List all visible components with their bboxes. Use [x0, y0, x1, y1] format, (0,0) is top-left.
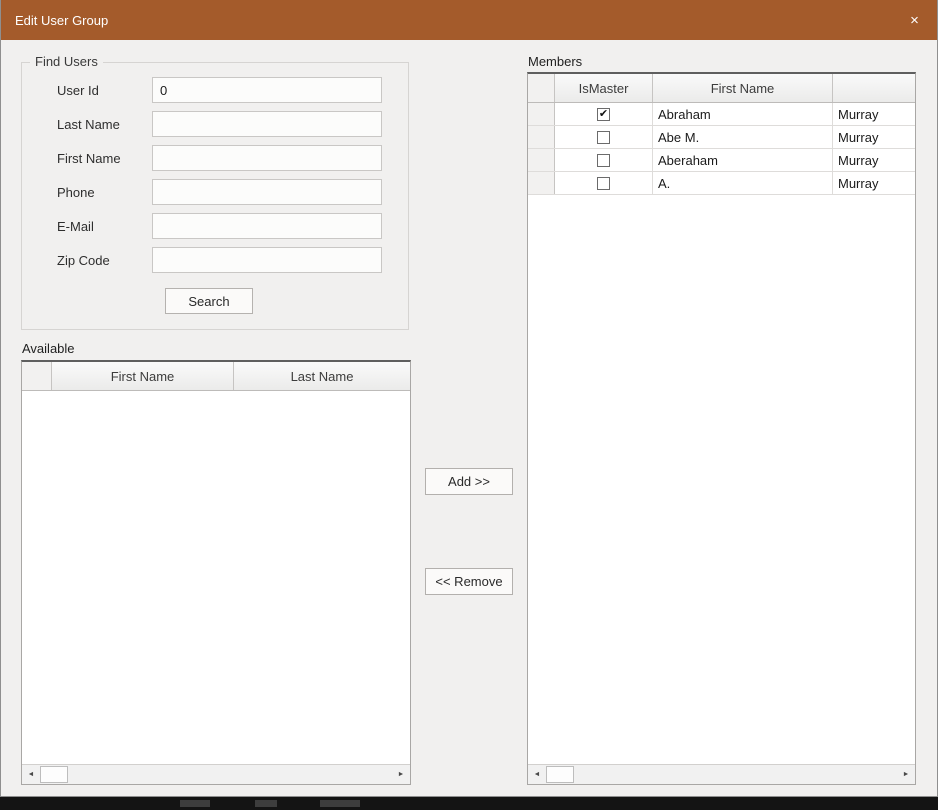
ismaster-cell[interactable]: [555, 172, 653, 194]
remove-button[interactable]: << Remove: [425, 568, 513, 595]
ismaster-checkbox[interactable]: [597, 131, 610, 144]
find-users-legend: Find Users: [30, 54, 103, 69]
members-label: Members: [528, 54, 582, 69]
members-grid-header: IsMaster First Name: [528, 74, 915, 103]
background-strip: [0, 797, 938, 810]
field-label-user-id: User Id: [57, 83, 152, 98]
members-grid-body[interactable]: ✔AbrahamMurrayAbe M.MurrayAberahamMurray…: [528, 103, 915, 764]
field-row-e-mail: E-Mail: [57, 213, 408, 239]
members-grid[interactable]: IsMaster First Name ✔AbrahamMurrayAbe M.…: [527, 72, 916, 785]
ismaster-checkbox[interactable]: [597, 177, 610, 190]
scroll-left-arrow-icon[interactable]: ◄: [22, 765, 40, 784]
ismaster-checkbox[interactable]: [597, 154, 610, 167]
ismaster-cell[interactable]: [555, 126, 653, 148]
first-name-cell[interactable]: Abraham: [653, 103, 833, 125]
field-label-last-name: Last Name: [57, 117, 152, 132]
available-grid-header: First Name Last Name: [22, 362, 410, 391]
available-grid[interactable]: First Name Last Name ◄ ►: [21, 360, 411, 785]
field-label-first-name: First Name: [57, 151, 152, 166]
find-users-fields: User Id Last Name First Name Phone E-Mail Zip…: [22, 63, 408, 273]
members-header-stub: [528, 74, 555, 102]
row-header[interactable]: [528, 103, 555, 125]
field-input-phone[interactable]: [152, 179, 382, 205]
search-button[interactable]: Search: [165, 288, 253, 314]
members-row[interactable]: A.Murray: [528, 172, 915, 195]
field-input-zip-code[interactable]: [152, 247, 382, 273]
window-title: Edit User Group: [15, 13, 108, 28]
last-name-cell[interactable]: Murray: [833, 126, 915, 148]
row-header[interactable]: [528, 149, 555, 171]
find-users-groupbox: Find Users User IdLast NameFirst NamePho…: [21, 62, 409, 330]
close-button[interactable]: ×: [892, 0, 937, 40]
field-row-zip-code: Zip Code: [57, 247, 408, 273]
field-row-phone: Phone: [57, 179, 408, 205]
members-header-first-name[interactable]: First Name: [653, 74, 833, 102]
field-row-last-name: Last Name: [57, 111, 408, 137]
row-header[interactable]: [528, 172, 555, 194]
field-input-last-name[interactable]: [152, 111, 382, 137]
last-name-cell[interactable]: Murray: [833, 103, 915, 125]
available-header-stub: [22, 362, 52, 390]
scrollbar-thumb[interactable]: [40, 766, 68, 783]
available-grid-body[interactable]: [22, 391, 410, 764]
ismaster-cell[interactable]: [555, 149, 653, 171]
titlebar[interactable]: Edit User Group ×: [1, 0, 937, 40]
field-label-phone: Phone: [57, 185, 152, 200]
field-input-user-id[interactable]: [152, 77, 382, 103]
ismaster-checkbox[interactable]: ✔: [597, 108, 610, 121]
scrollbar-track[interactable]: [68, 765, 392, 784]
available-label: Available: [22, 341, 75, 356]
close-icon: ×: [910, 12, 919, 29]
last-name-cell[interactable]: Murray: [833, 149, 915, 171]
scroll-left-arrow-icon[interactable]: ◄: [528, 765, 546, 784]
members-header-ismaster[interactable]: IsMaster: [555, 74, 653, 102]
background-fragment: [255, 800, 277, 807]
scroll-right-arrow-icon[interactable]: ►: [392, 765, 410, 784]
available-header-last-name[interactable]: Last Name: [234, 362, 410, 390]
add-button[interactable]: Add >>: [425, 468, 513, 495]
members-header-last-name[interactable]: [833, 74, 915, 102]
field-input-e-mail[interactable]: [152, 213, 382, 239]
members-row[interactable]: AberahamMurray: [528, 149, 915, 172]
first-name-cell[interactable]: Abe M.: [653, 126, 833, 148]
edit-user-group-dialog: Edit User Group × Find Users User Id Last…: [0, 0, 938, 797]
field-row-first-name: First Name: [57, 145, 408, 171]
background-fragment: [180, 800, 210, 807]
field-input-first-name[interactable]: [152, 145, 382, 171]
available-header-first-name[interactable]: First Name: [52, 362, 234, 390]
first-name-cell[interactable]: Aberaham: [653, 149, 833, 171]
members-row[interactable]: Abe M.Murray: [528, 126, 915, 149]
members-row[interactable]: ✔ AbrahamMurray: [528, 103, 915, 126]
available-horizontal-scrollbar[interactable]: ◄ ►: [22, 764, 410, 784]
background-fragment: [320, 800, 360, 807]
scrollbar-track[interactable]: [574, 765, 897, 784]
row-header[interactable]: [528, 126, 555, 148]
last-name-cell[interactable]: Murray: [833, 172, 915, 194]
field-row-user-id: User Id: [57, 77, 408, 103]
field-label-e-mail: E-Mail: [57, 219, 152, 234]
first-name-cell[interactable]: A.: [653, 172, 833, 194]
ismaster-cell[interactable]: ✔: [555, 103, 653, 125]
members-horizontal-scrollbar[interactable]: ◄ ►: [528, 764, 915, 784]
field-label-zip-code: Zip Code: [57, 253, 152, 268]
scrollbar-thumb[interactable]: [546, 766, 574, 783]
scroll-right-arrow-icon[interactable]: ►: [897, 765, 915, 784]
